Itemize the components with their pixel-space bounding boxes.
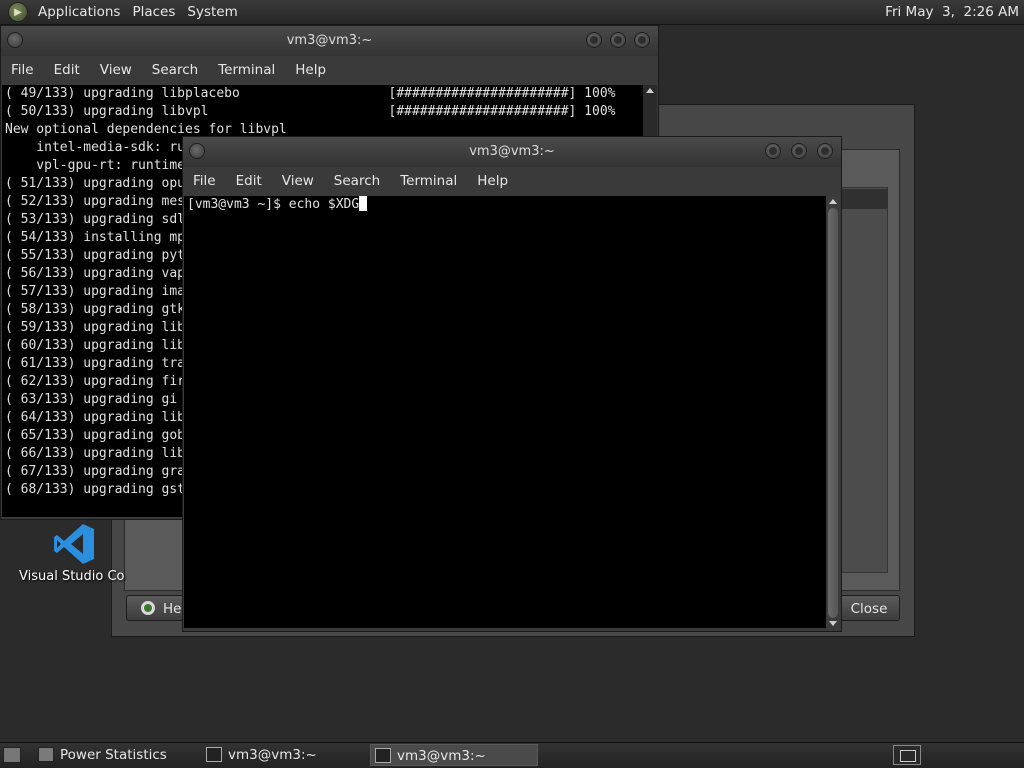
window-menu-icon[interactable]	[7, 32, 23, 48]
vscode-icon	[54, 524, 94, 564]
terminal-line: ( 50/133) upgrading libvpl [############…	[5, 104, 616, 119]
desktop-icon-label: Visual Studio Co	[19, 569, 125, 584]
top-panel: ▶ Applications Places System Fri May 3, …	[0, 0, 1024, 25]
maximize-icon[interactable]	[610, 32, 626, 48]
menu-file[interactable]: File	[1, 62, 44, 78]
window-menu-icon[interactable]	[189, 143, 205, 159]
taskbar-item-power-statistics[interactable]: Power Statistics	[34, 744, 198, 766]
menu-view[interactable]: View	[90, 62, 142, 78]
clock[interactable]: Fri May 3, 2:26 AM	[885, 4, 1019, 20]
help-button[interactable]: He	[126, 595, 190, 621]
taskbar-item-label: Power Statistics	[60, 747, 167, 763]
minimize-icon[interactable]	[586, 32, 602, 48]
terminal-window-front: vm3@vm3:~ File Edit View Search Terminal…	[182, 136, 842, 632]
bottom-panel: Power Statistics vm3@vm3:~ vm3@vm3:~	[0, 742, 1024, 768]
places-menu[interactable]: Places	[126, 4, 181, 20]
terminal-icon	[375, 748, 391, 763]
applications-menu[interactable]: Applications	[32, 4, 126, 20]
taskbar-item-terminal-1[interactable]: vm3@vm3:~	[202, 744, 366, 766]
scrollbar[interactable]	[826, 196, 840, 630]
power-statistics-list-header	[840, 189, 888, 209]
shell-prompt: [vm3@vm3 ~]$	[187, 197, 289, 212]
menu-search[interactable]: Search	[324, 173, 390, 189]
taskbar-item-terminal-2[interactable]: vm3@vm3:~	[370, 744, 538, 766]
scrollbar-thumb[interactable]	[828, 208, 838, 618]
taskbar-item-label: vm3@vm3:~	[397, 748, 486, 764]
taskbar-item-label: vm3@vm3:~	[228, 747, 317, 763]
menu-search[interactable]: Search	[142, 62, 208, 78]
menu-edit[interactable]: Edit	[44, 62, 90, 78]
menu-view[interactable]: View	[272, 173, 324, 189]
help-button-label: He	[163, 601, 182, 617]
terminal-output[interactable]: [vm3@vm3 ~]$ echo $XDG	[184, 196, 829, 628]
desktop-icon-vscode[interactable]: Visual Studio Co	[14, 518, 134, 588]
help-lifebuoy-icon	[141, 601, 155, 615]
minimize-icon[interactable]	[765, 143, 781, 159]
titlebar[interactable]: vm3@vm3:~	[183, 137, 841, 167]
maximize-icon[interactable]	[791, 143, 807, 159]
menubar: File Edit View Search Terminal Help	[1, 56, 658, 84]
menu-terminal[interactable]: Terminal	[208, 62, 285, 78]
close-icon[interactable]	[817, 143, 833, 159]
menu-terminal[interactable]: Terminal	[390, 173, 467, 189]
titlebar[interactable]: vm3@vm3:~	[1, 26, 658, 56]
workspace-switcher-icon[interactable]	[893, 745, 921, 765]
close-button-label: Close	[850, 601, 888, 617]
close-button[interactable]: Close	[838, 595, 900, 621]
applications-menu-icon[interactable]: ▶	[8, 2, 28, 22]
system-menu[interactable]: System	[181, 4, 243, 20]
terminal-line: ( 49/133) upgrading libplacebo [########…	[5, 86, 616, 101]
terminal-icon	[206, 747, 222, 762]
show-desktop-icon[interactable]	[3, 747, 21, 763]
scroll-down-icon[interactable]	[829, 621, 837, 626]
window-title: vm3@vm3:~	[286, 33, 373, 48]
window-title: vm3@vm3:~	[469, 144, 555, 159]
menu-help[interactable]: Help	[467, 173, 518, 189]
command-input[interactable]: echo $XDG	[289, 197, 359, 212]
close-icon[interactable]	[634, 32, 650, 48]
top-menu: ▶ Applications Places System	[0, 0, 244, 24]
menu-help[interactable]: Help	[285, 62, 336, 78]
scroll-up-icon[interactable]	[829, 199, 837, 204]
scroll-up-icon[interactable]	[646, 88, 654, 93]
menubar: File Edit View Search Terminal Help	[183, 167, 841, 195]
menu-edit[interactable]: Edit	[226, 173, 272, 189]
text-cursor	[359, 196, 368, 211]
power-statistics-list[interactable]	[838, 187, 888, 573]
menu-file[interactable]: File	[183, 173, 226, 189]
power-statistics-icon	[38, 747, 54, 762]
